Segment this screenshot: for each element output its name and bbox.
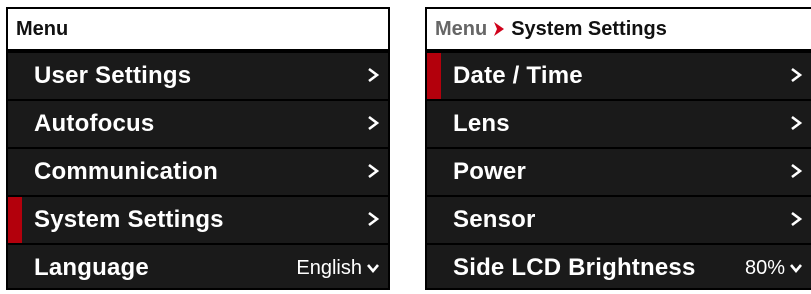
menu-title: Menu (16, 17, 69, 40)
menu-item-power[interactable]: Power (427, 147, 811, 195)
menu-item-language[interactable]: Language English (8, 243, 388, 288)
chevron-right-icon (791, 67, 803, 83)
chevron-right-icon (368, 163, 380, 179)
menu-item-label: Side LCD Brightness (453, 254, 696, 281)
chevron-down-icon (367, 264, 379, 274)
breadcrumb: Menu System Settings (427, 9, 811, 51)
menu-header: Menu (8, 9, 388, 51)
system-settings-panel: Menu System Settings Date / Time Lens Po… (425, 7, 811, 290)
chevron-right-icon (791, 115, 803, 131)
menu-item-label: User Settings (34, 62, 192, 89)
selection-indicator (427, 53, 441, 99)
brightness-dropdown[interactable]: 80% (745, 257, 803, 280)
menu-item-system-settings[interactable]: System Settings (8, 195, 388, 243)
menu-item-sensor[interactable]: Sensor (427, 195, 811, 243)
menu-item-communication[interactable]: Communication (8, 147, 388, 195)
menu-item-label: Power (453, 158, 527, 185)
brightness-value: 80% (744, 256, 785, 279)
menu-item-label: Lens (453, 110, 510, 137)
chevron-right-icon (368, 115, 380, 131)
menu-item-date-time[interactable]: Date / Time (427, 51, 811, 99)
chevron-right-icon (791, 163, 803, 179)
menu-item-label: System Settings (34, 206, 224, 233)
menu-item-label: Language (34, 254, 149, 281)
menu-item-label: Autofocus (34, 110, 155, 137)
menu-item-autofocus[interactable]: Autofocus (8, 99, 388, 147)
chevron-right-icon (791, 211, 803, 227)
breadcrumb-root[interactable]: Menu (435, 18, 487, 41)
breadcrumb-current: System Settings (511, 17, 667, 40)
language-dropdown[interactable]: English (296, 257, 380, 280)
menu-panel: Menu User Settings Autofocus Communicati… (6, 7, 390, 290)
selection-indicator (8, 197, 22, 243)
menu-item-side-lcd-brightness[interactable]: Side LCD Brightness 80% (427, 243, 811, 288)
language-value: English (296, 256, 362, 279)
chevron-right-icon (368, 67, 380, 83)
menu-item-label: Communication (34, 158, 218, 185)
breadcrumb-arrow-icon (494, 22, 505, 36)
menu-item-user-settings[interactable]: User Settings (8, 51, 388, 99)
chevron-right-icon (368, 211, 380, 227)
menu-item-lens[interactable]: Lens (427, 99, 811, 147)
menu-item-label: Date / Time (453, 62, 583, 89)
chevron-down-icon (790, 264, 802, 274)
menu-item-label: Sensor (453, 206, 536, 233)
